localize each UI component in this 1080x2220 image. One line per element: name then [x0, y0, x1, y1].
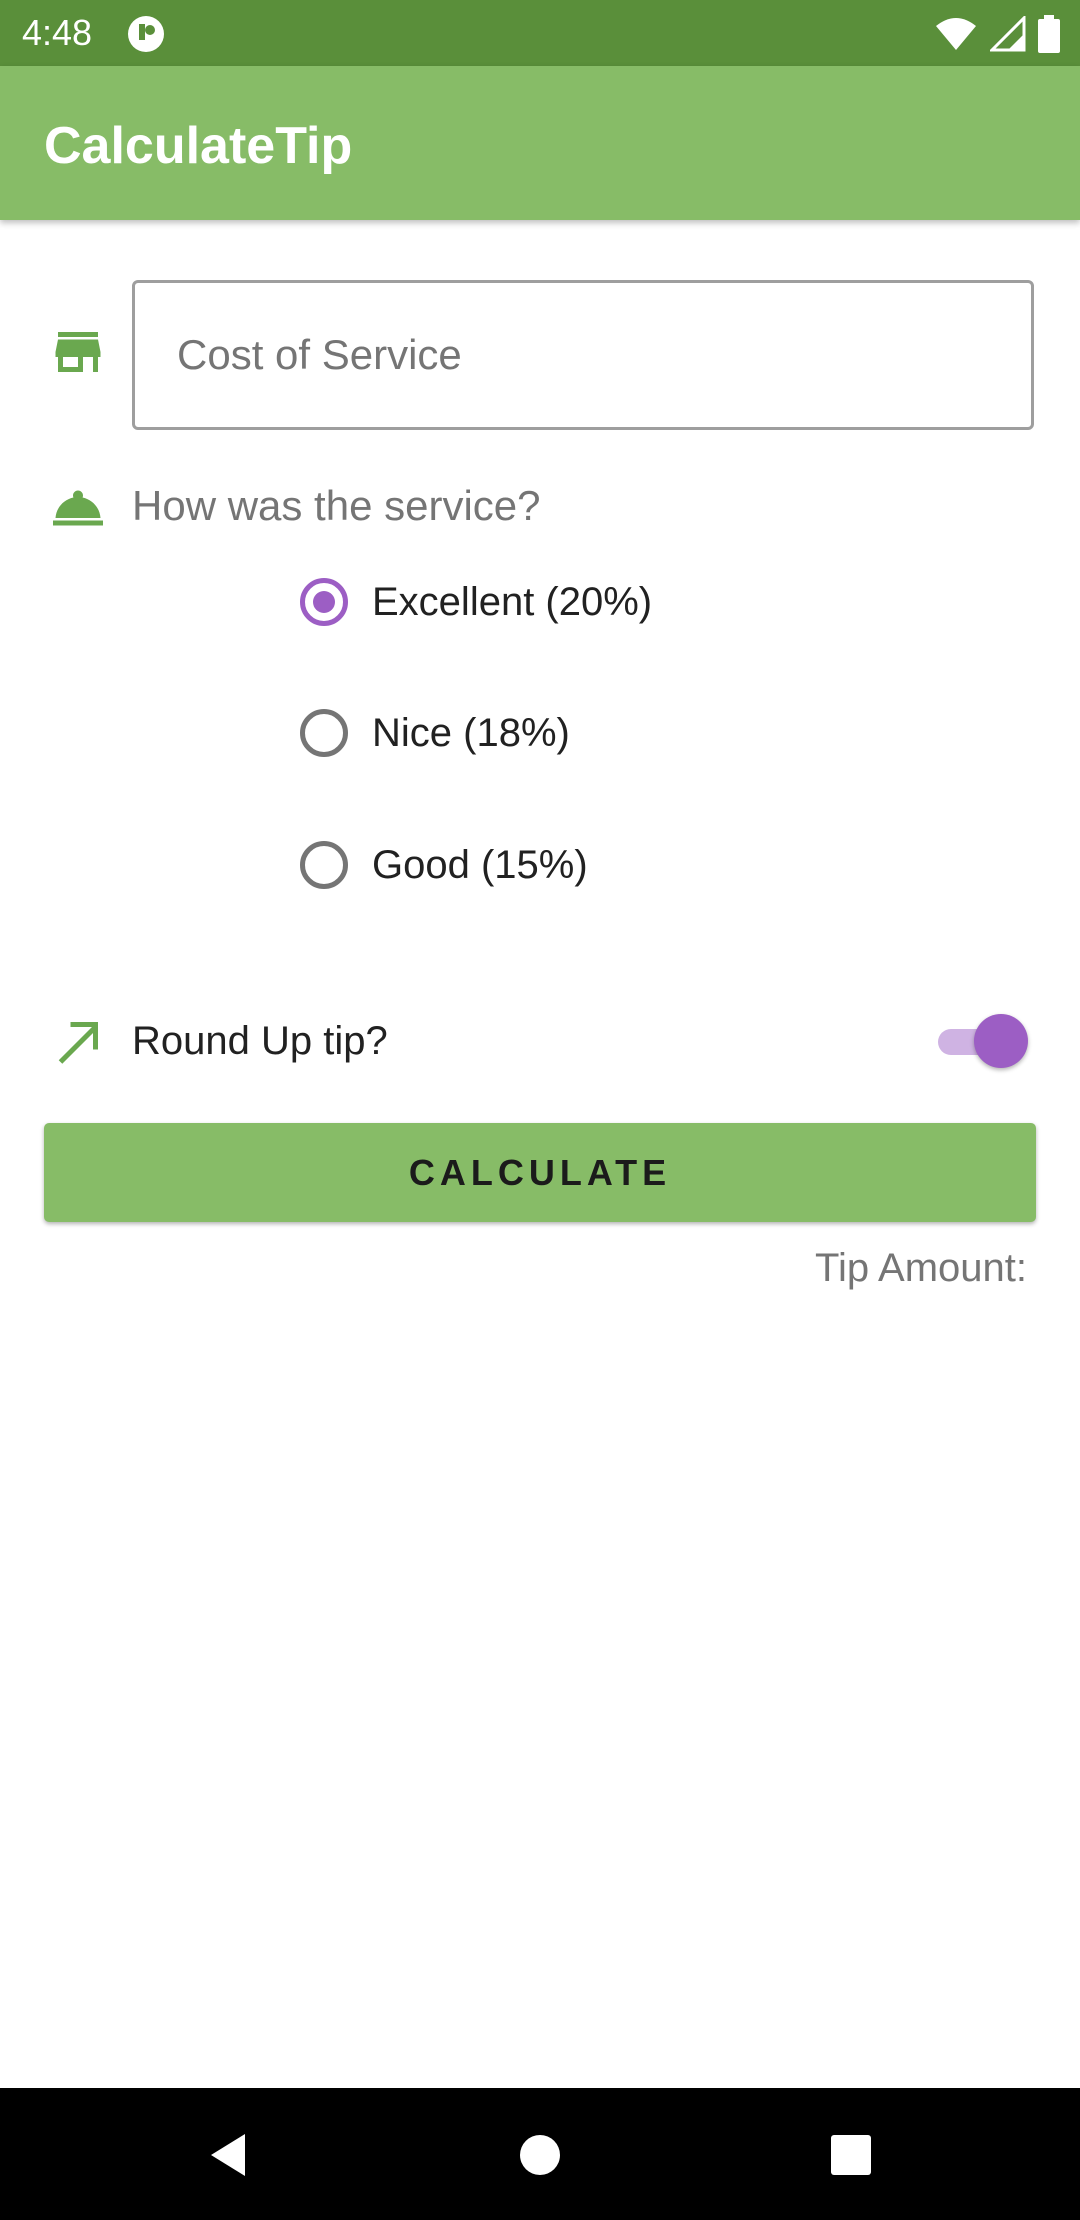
- status-icons: [934, 14, 1060, 54]
- radio-option-nice[interactable]: Nice (18%): [300, 703, 570, 763]
- round-up-label: Round Up tip?: [132, 1019, 388, 1063]
- radio-label: Good (15%): [372, 842, 588, 887]
- app-notification-icon: [128, 16, 164, 52]
- cost-of-service-input[interactable]: [132, 280, 1034, 430]
- service-question-label: How was the service?: [132, 482, 541, 529]
- status-bar: 4:48: [0, 0, 1080, 66]
- radio-label: Excellent (20%): [372, 579, 653, 624]
- tip-amount-label: Tip Amount:: [815, 1246, 1027, 1290]
- trending-up-arrow-icon: [58, 1022, 98, 1064]
- radio-button[interactable]: [300, 709, 348, 757]
- radio-option-good[interactable]: Good (15%): [300, 835, 588, 895]
- app-title: CalculateTip: [44, 117, 353, 175]
- radio-button-checked[interactable]: [300, 578, 348, 626]
- back-icon[interactable]: [203, 2130, 253, 2180]
- navigation-bar: [0, 2088, 1080, 2220]
- battery-icon: [1038, 15, 1060, 53]
- home-icon[interactable]: [515, 2130, 565, 2180]
- status-time: 4:48: [22, 12, 93, 53]
- switch-thumb[interactable]: [974, 1014, 1028, 1068]
- round-up-switch[interactable]: [936, 1012, 1030, 1070]
- radio-button[interactable]: [300, 841, 348, 889]
- signal-icon: [990, 16, 1026, 52]
- room-service-bell-icon: [53, 490, 103, 526]
- app-bar: CalculateTip: [0, 66, 1080, 220]
- calculate-button[interactable]: CALCULATE: [44, 1123, 1036, 1222]
- wifi-icon: [936, 18, 976, 50]
- radio-option-excellent[interactable]: Excellent (20%): [300, 572, 652, 632]
- store-icon: [55, 332, 101, 372]
- recents-icon[interactable]: [826, 2130, 876, 2180]
- radio-label: Nice (18%): [372, 710, 570, 755]
